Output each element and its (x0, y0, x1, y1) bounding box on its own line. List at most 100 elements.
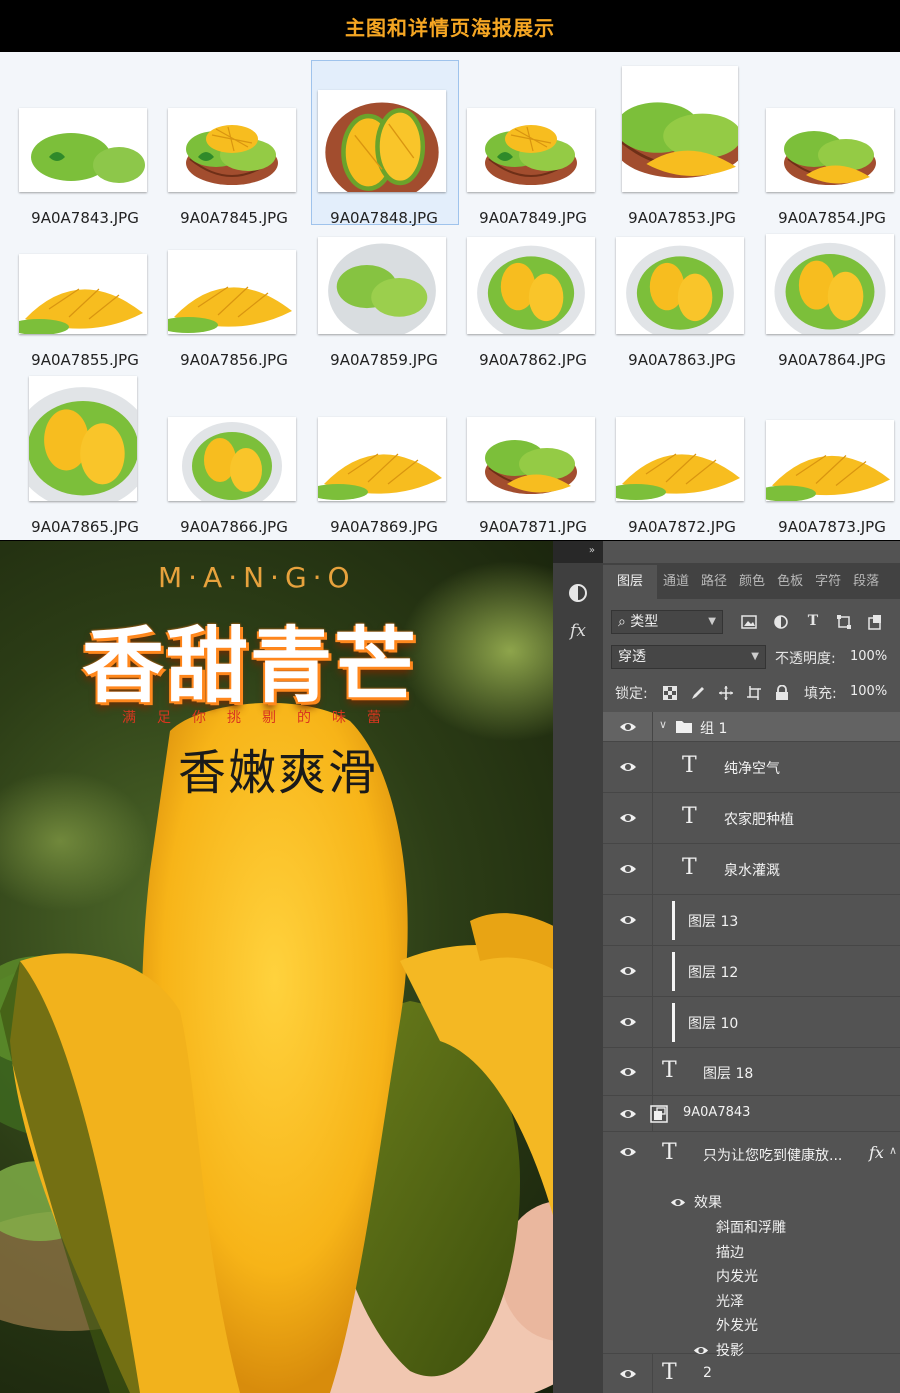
layer-text-1[interactable]: T 纯净空气 (603, 742, 900, 793)
file-thumbnail[interactable] (318, 417, 446, 501)
layer-thumbnail (672, 901, 675, 940)
visibility-toggle[interactable] (603, 1048, 653, 1095)
effects-label: 效果 (694, 1195, 722, 1211)
eye-icon[interactable] (670, 1197, 686, 1208)
smart-object-filter-icon[interactable] (865, 612, 885, 632)
layer-name: 图层 18 (703, 1066, 754, 1082)
layer-10[interactable]: 图层 10 (603, 997, 900, 1048)
file-name: 9A0A7865.JPG (31, 518, 139, 536)
layer-name: 图层 10 (688, 1016, 739, 1032)
layer-name: 泉水灌溉 (724, 863, 780, 879)
lock-pixels-icon[interactable] (688, 683, 708, 703)
visibility-toggle[interactable] (603, 742, 653, 792)
eye-icon (619, 1018, 636, 1026)
file-thumbnail[interactable] (467, 417, 595, 501)
eye-icon (620, 1148, 636, 1156)
layer-text-2[interactable]: T 农家肥种植 (603, 793, 900, 844)
layers-main: 图层 通道 路径 颜色 色板 字符 段落 ⌕ 类型 ▼ T 穿透 ▼ 不透明度: 100% 锁定… (603, 541, 900, 1393)
chevron-down-icon[interactable]: ∨ (659, 718, 667, 731)
shape-filter-icon[interactable] (834, 612, 854, 632)
file-item[interactable]: 9A0A7866.JPG (160, 52, 308, 540)
layer-text-fx[interactable]: T 只为让您吃到健康放... fx ∧ 效果 斜面和浮雕 描边 内发光 光泽 外发光 投影 (603, 1132, 900, 1359)
file-item[interactable]: 9A0A7871.JPG (459, 52, 607, 540)
file-name: 9A0A7873.JPG (778, 518, 886, 536)
layer-thumbnail (672, 952, 675, 991)
lock-all-icon[interactable] (772, 683, 792, 703)
tab-panel-3[interactable]: 颜色 (733, 565, 771, 599)
chevron-up-icon[interactable]: ∧ (889, 1144, 897, 1157)
visibility-toggle[interactable] (603, 997, 653, 1047)
eye-icon (619, 1369, 636, 1378)
visibility-toggle[interactable] (603, 1132, 653, 1172)
fill-value[interactable]: 100% (850, 684, 887, 699)
collapse-panel-button[interactable]: » (553, 541, 603, 563)
layer-name: 纯净空气 (724, 761, 780, 777)
image-filter-icon[interactable] (739, 612, 759, 632)
eye-icon (619, 722, 636, 731)
layer-name: 图层 12 (688, 965, 739, 981)
smart-object-icon (650, 1105, 668, 1123)
effect-item[interactable]: 描边 (716, 1242, 744, 1262)
file-item[interactable]: 9A0A7865.JPG (11, 52, 159, 540)
layer-thumbnail (672, 1003, 675, 1042)
layer-text-3[interactable]: T 泉水灌溉 (603, 844, 900, 895)
effect-item[interactable]: 光泽 (716, 1291, 744, 1311)
lock-position-icon[interactable] (716, 683, 736, 703)
opacity-label: 不透明度: (775, 651, 836, 667)
file-thumbnail[interactable] (616, 417, 744, 501)
effect-item[interactable]: 外发光 (716, 1315, 758, 1335)
layer-name: 9A0A7843 (683, 1105, 751, 1120)
layer-group-1[interactable]: ∨ 组 1 (603, 712, 900, 742)
file-thumbnail[interactable] (766, 420, 894, 501)
lock-transparent-icon[interactable] (660, 683, 680, 703)
opacity-value[interactable]: 100% (850, 649, 887, 664)
visibility-toggle[interactable] (603, 1354, 653, 1393)
layer-name: 只为让您吃到健康放... (703, 1148, 843, 1164)
layer-13[interactable]: 图层 13 (603, 895, 900, 946)
visibility-toggle[interactable] (603, 793, 653, 843)
eye-icon (619, 865, 636, 873)
page-title: 主图和详情页海报展示 (345, 15, 555, 40)
file-item[interactable]: 9A0A7869.JPG (310, 52, 458, 540)
visibility-toggle[interactable] (603, 1096, 653, 1131)
file-thumbnail[interactable] (29, 376, 137, 501)
blend-mode-dropdown[interactable]: 穿透 ▼ (611, 645, 766, 669)
file-name: 9A0A7871.JPG (479, 518, 587, 536)
file-item[interactable]: 9A0A7873.JPG (758, 52, 900, 540)
adjustment-filter-icon[interactable] (771, 612, 791, 632)
fx-icon[interactable]: fx (563, 617, 593, 645)
layer-12[interactable]: 图层 12 (603, 946, 900, 997)
header-bar: 主图和详情页海报展示 (0, 0, 900, 52)
lock-label: 锁定: (615, 686, 648, 702)
layer-text-2-bottom[interactable]: T 2 (603, 1354, 900, 1393)
file-item[interactable]: 9A0A7872.JPG (608, 52, 756, 540)
fill-label: 填充: (804, 686, 837, 702)
visibility-toggle[interactable] (603, 946, 653, 996)
layer-smart-object[interactable]: 9A0A7843 (603, 1096, 900, 1132)
layer-18[interactable]: T 图层 18 (603, 1048, 900, 1096)
poster-slogan: 满足你挑剔的味蕾 (122, 710, 402, 726)
effect-item[interactable]: 内发光 (716, 1266, 758, 1286)
effect-item[interactable]: 斜面和浮雕 (716, 1217, 786, 1237)
tab-panel-5[interactable]: 字符 (809, 565, 847, 599)
visibility-toggle[interactable] (603, 712, 653, 741)
file-thumbnail[interactable] (168, 417, 296, 501)
eye-icon (619, 1067, 636, 1076)
tab-panel-1[interactable]: 通道 (657, 565, 695, 599)
text-layer-icon: T (662, 1360, 677, 1385)
tab-panel-6[interactable]: 段落 (847, 565, 885, 599)
filter-type-dropdown[interactable]: ⌕ 类型 ▼ (611, 610, 723, 634)
layer-name: 2 (703, 1365, 712, 1381)
search-icon: ⌕ (618, 614, 631, 630)
visibility-toggle[interactable] (603, 844, 653, 894)
tab-panel-4[interactable]: 色板 (771, 565, 809, 599)
visibility-toggle[interactable] (603, 895, 653, 945)
tab-layers[interactable]: 图层 (603, 565, 658, 599)
file-name: 9A0A7866.JPG (180, 518, 288, 536)
lock-artboard-icon[interactable] (744, 683, 764, 703)
poster-preview: M·A·N·G·O 香甜青芒 满足你挑剔的味蕾 香嫩爽滑 (0, 541, 603, 1393)
tab-panel-2[interactable]: 路径 (695, 565, 733, 599)
fx-icon[interactable]: fx (869, 1143, 884, 1162)
adjustment-icon[interactable] (563, 579, 593, 607)
type-filter-icon[interactable]: T (803, 611, 823, 631)
